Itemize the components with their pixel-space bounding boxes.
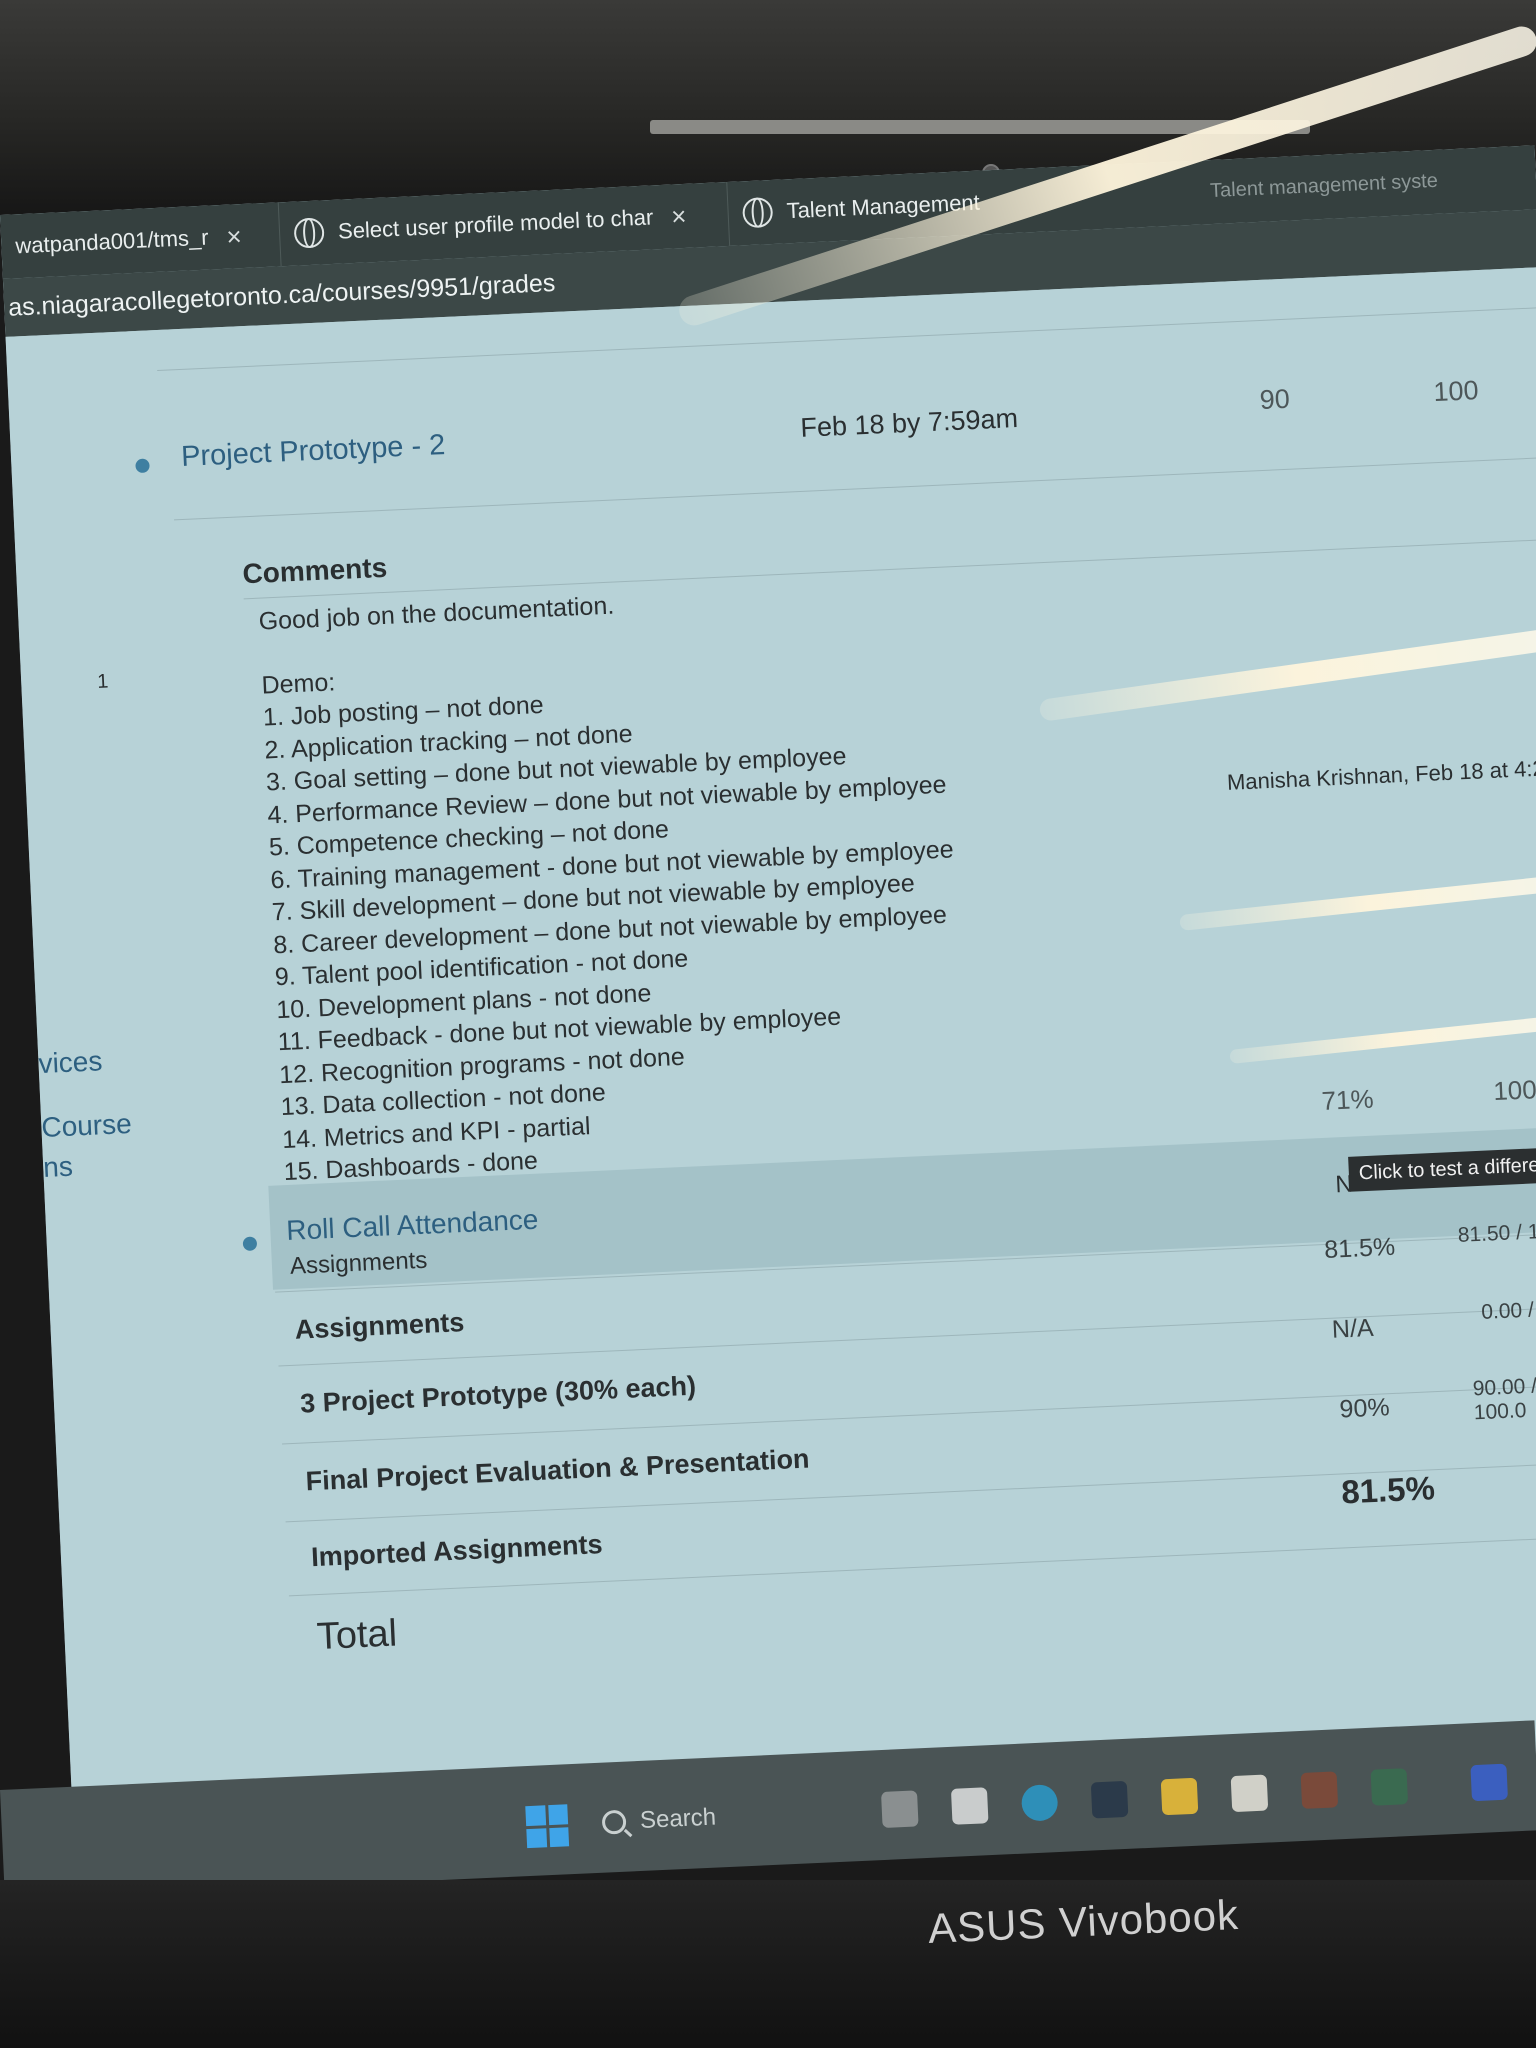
laptop-screen: watpanda001/tms_r × Select user profile … <box>0 145 1536 1894</box>
summary-assignments-points: 81.50 / 100.0 <box>1457 1218 1536 1247</box>
windows-start-icon[interactable] <box>525 1804 570 1849</box>
comment-list: 1. Job posting – not done 2. Application… <box>262 671 967 1189</box>
summary-final-label: Final Project Evaluation & Presentation <box>305 1443 811 1497</box>
tab-faded-title: Talent management syste <box>1209 169 1439 203</box>
taskbar-search[interactable]: Search <box>601 1789 853 1844</box>
tab-title: watpanda001/tms_r <box>14 224 210 259</box>
divider <box>173 457 1536 521</box>
sidebar-item[interactable]: vices <box>38 1045 103 1080</box>
summary-final-percent: 90% <box>1338 1393 1391 1424</box>
app-icon[interactable] <box>1370 1768 1409 1806</box>
assignment-out-of: 100 <box>1432 375 1480 408</box>
search-icon <box>601 1809 627 1835</box>
url-text[interactable]: as.niagaracollegetoronto.ca/courses/9951… <box>8 268 556 322</box>
tab-title: Select user profile model to char <box>337 204 654 244</box>
summary-assignments-label: Assignments <box>294 1307 465 1345</box>
sidebar-item[interactable]: ns <box>43 1151 74 1184</box>
app-icon[interactable] <box>1300 1771 1339 1809</box>
edge-browser-icon[interactable] <box>1020 1784 1059 1822</box>
assignment-score[interactable]: 90 <box>1259 384 1290 416</box>
laptop-bottom-bezel <box>0 1880 1536 2048</box>
demo-label: Demo: <box>260 668 336 700</box>
due-date: Feb 18 by 7:59am <box>799 403 1019 443</box>
summary-prototype-points: 0.00 / 0.00 <box>1480 1296 1536 1324</box>
summary-assignments-percent: 81.5% <box>1323 1232 1396 1264</box>
divider <box>243 538 1536 600</box>
total-label: Total <box>315 1612 398 1659</box>
comments-heading: Comments <box>241 551 388 590</box>
sidebar-item[interactable]: Course <box>41 1108 133 1144</box>
assignment-link[interactable]: Project Prototype - 2 <box>180 429 446 474</box>
terminal-icon[interactable] <box>1090 1780 1129 1819</box>
summary-prototype-percent: N/A <box>1331 1313 1375 1344</box>
globe-icon <box>293 217 325 249</box>
folder-icon[interactable] <box>1160 1777 1199 1816</box>
roll-call-out-of: 100 <box>1492 1074 1536 1107</box>
app-icon[interactable] <box>1470 1763 1508 1802</box>
assignment-dot <box>135 458 150 474</box>
globe-icon <box>742 196 774 229</box>
summary-imported-label: Imported Assignments <box>310 1529 604 1573</box>
calculator-icon[interactable] <box>1230 1774 1269 1813</box>
summary-imported-percent: 81.5% <box>1340 1469 1436 1511</box>
file-icon[interactable] <box>950 1787 989 1825</box>
close-icon[interactable]: × <box>671 200 688 232</box>
comment-count: 1 <box>96 670 109 694</box>
close-icon[interactable]: × <box>226 221 243 253</box>
task-view-icon[interactable] <box>880 1790 919 1829</box>
comment-author: Manisha Krishnan, Feb 18 at 4:22 <box>1226 754 1536 795</box>
summary-prototype-label: 3 Project Prototype (30% each) <box>299 1370 697 1419</box>
roll-call-score[interactable]: 71% <box>1321 1084 1374 1117</box>
comment-intro: Good job on the documentation. <box>258 591 615 636</box>
summary-final-points: 90.00 / 100.0 <box>1472 1374 1536 1425</box>
assignment-dot <box>242 1236 258 1252</box>
search-placeholder: Search <box>639 1803 717 1834</box>
